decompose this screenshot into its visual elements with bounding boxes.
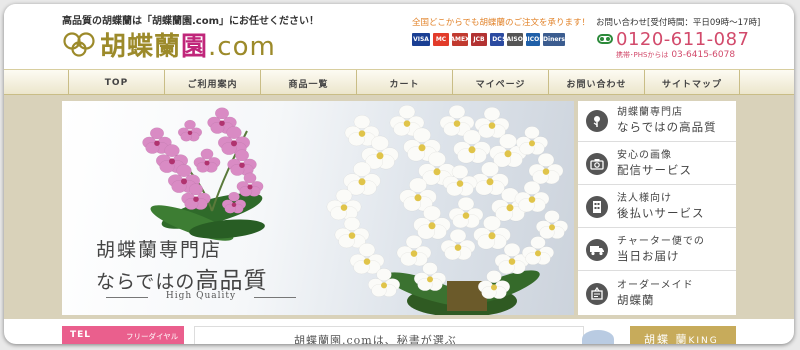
payment-card-diners: Diners: [543, 33, 565, 46]
nav-guide[interactable]: ご利用案内: [164, 70, 260, 96]
orchid-blossom: [474, 106, 510, 139]
payment-card-jcb: JCB: [471, 33, 487, 46]
payment-card-visa: VISA: [412, 33, 430, 46]
nav-mypage[interactable]: マイページ: [452, 70, 548, 96]
payment-card-amex: AMEX: [450, 33, 470, 46]
king-text: 胡蝶 蘭KING: [644, 331, 719, 344]
feature-line1: チャーター便での: [617, 236, 705, 247]
orchid-blossom: [448, 196, 484, 229]
nav-cart[interactable]: カート: [356, 70, 452, 96]
nav-contact[interactable]: お問い合わせ: [548, 70, 644, 96]
orchid-blossom: [413, 262, 447, 292]
payment-cards: VISA MC AMEX JCB DC SAISON NICOS Diners: [412, 33, 565, 46]
feature-photo[interactable]: 安心の画像配信サービス: [578, 144, 736, 185]
orchid-blossom: [413, 205, 451, 240]
page-frame: 高品質の胡蝶蘭は「胡蝶蘭園.com」にお任せください！ 胡蝶蘭園.com 全国ど…: [4, 4, 794, 344]
mobile-number[interactable]: 03-6415-6078: [671, 50, 735, 60]
site-logo[interactable]: 胡蝶蘭園.com: [62, 26, 276, 62]
feature-line2: ならではの高品質: [617, 120, 717, 134]
nav-sitemap[interactable]: サイトマップ: [644, 70, 740, 96]
contact-hours: お問い合わせ[受付時間：平日09時～17時]: [596, 18, 761, 28]
feature-custom[interactable]: オーダーメイド 胡蝶蘭: [578, 273, 736, 314]
feature-menu: 胡蝶蘭専門店 ならではの高品質 安心の画像 配信サービス 法人様向け 後払いサービス …: [578, 101, 736, 315]
feature-postpay[interactable]: 法人様向け後払いサービス: [578, 187, 736, 228]
nav-items: TOP ご利用案内 商品一覧 カート マイページ お問い合わせ サイトマップ: [68, 70, 740, 96]
orchid-blossom: [521, 236, 555, 266]
feature-line2: 配信サービス: [617, 163, 692, 177]
hero-subtitle: High Quality: [106, 291, 296, 301]
shipping-note: 全国どこからでも胡蝶蘭のご注文を承ります！: [412, 18, 590, 28]
feature-line2: 後払いサービス: [617, 206, 705, 220]
feature-label: オーダーメイド 胡蝶蘭: [617, 279, 694, 309]
orchid-icon: [586, 110, 608, 132]
orchid-blossom: [236, 172, 264, 197]
king-accent: 蘭: [675, 333, 689, 344]
feature-line2: 当日お届け: [617, 249, 680, 263]
orchid-blossom: [515, 126, 549, 156]
king-main: 胡蝶: [644, 333, 670, 344]
logo-suffix: .com: [208, 31, 276, 62]
global-nav: TOP ご利用案内 商品一覧 カート マイページ お問い合わせ サイトマップ: [4, 69, 794, 96]
feature-label: チャーター便での 当日お届け: [617, 235, 705, 265]
orchid-blossom: [535, 210, 569, 240]
camera-icon: [586, 153, 608, 175]
feature-line1: 安心の画像: [617, 150, 672, 161]
logo-accent: 園: [181, 31, 209, 62]
payment-card-mc: MC: [433, 33, 449, 46]
feature-label: 胡蝶蘭専門店ならではの高品質: [617, 106, 717, 136]
feature-line2: 胡蝶蘭: [617, 292, 655, 307]
orchid-blossom: [477, 270, 511, 300]
mobile-contact: 携帯･PHSからは 03-6415-6078: [616, 50, 735, 60]
site-header: 高品質の胡蝶蘭は「胡蝶蘭園.com」にお任せください！ 胡蝶蘭園.com 全国ど…: [4, 4, 794, 68]
king-suffix: KING: [688, 336, 719, 344]
hero-title-line1: 胡蝶蘭専門店: [96, 239, 223, 261]
pen-icon: [586, 282, 608, 305]
building-icon: [586, 196, 608, 218]
phone-number[interactable]: 0120-611-087: [616, 29, 750, 50]
nav-products[interactable]: 商品一覧: [260, 70, 356, 96]
orchid-logo-icon: [63, 32, 95, 57]
feature-line1: 法人様向け: [617, 193, 672, 204]
payment-card-saison: SAISON: [502, 33, 528, 46]
orchid-blossom: [528, 152, 564, 185]
hydrangea-image: [582, 330, 614, 344]
orchid-blossom: [396, 234, 432, 267]
payment-card-nicos: NICOS: [522, 33, 544, 46]
orchid-blossom: [177, 119, 203, 142]
hero-title-line2: ならではの高品質: [96, 261, 267, 295]
hero-banner[interactable]: 胡蝶蘭専門店 ならではの高品質 High Quality: [62, 101, 574, 315]
feature-label: 安心の画像配信サービス: [617, 149, 692, 179]
orchid-blossom: [514, 180, 550, 213]
feature-line1: オーダーメイド: [617, 279, 694, 291]
freedial-icon: [597, 34, 613, 44]
feature-delivery[interactable]: チャーター便での 当日お届け: [578, 230, 736, 271]
intro-text: 胡蝶蘭園.comは、秘書が選ぶ: [294, 334, 457, 344]
tel-label: TEL: [70, 330, 92, 340]
hero-title-pre: ならではの: [96, 271, 196, 293]
freedial-label: フリーダイヤル: [126, 332, 179, 341]
logo-wordmark: 胡蝶蘭園.com: [100, 26, 276, 63]
orchid-blossom: [334, 216, 370, 249]
orchid-blossom: [193, 148, 221, 173]
feature-quality[interactable]: 胡蝶蘭専門店ならではの高品質: [578, 101, 736, 142]
logo-main: 胡蝶蘭: [100, 31, 182, 62]
mobile-label: 携帯･PHSからは: [616, 51, 669, 59]
nav-top[interactable]: TOP: [68, 70, 164, 96]
feature-label: 法人様向け後払いサービス: [617, 192, 705, 222]
truck-icon: [586, 239, 608, 261]
feature-line1: 胡蝶蘭専門店: [617, 107, 683, 118]
